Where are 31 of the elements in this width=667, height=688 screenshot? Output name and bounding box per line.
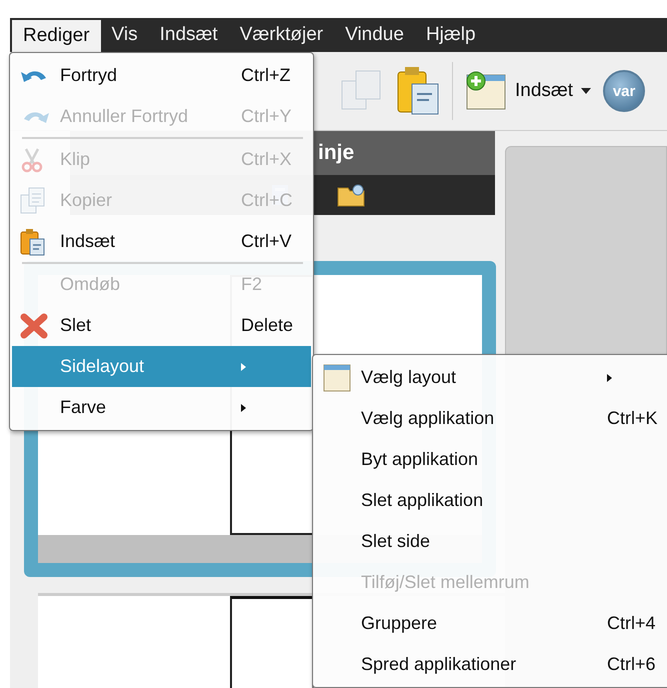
clipboard-icon[interactable] (396, 66, 440, 116)
menu-title[interactable]: Vindue (334, 18, 415, 52)
menu-item[interactable]: Vælg layout (315, 357, 667, 398)
menu-item[interactable]: Spred applikationer Ctrl+6 (315, 644, 667, 685)
menu-item[interactable]: Vælg applikation Ctrl+K (315, 398, 667, 439)
menu-title[interactable]: Rediger (12, 20, 101, 52)
add-page-icon (465, 71, 507, 111)
caret-icon (581, 88, 592, 94)
menu-item[interactable]: Byt applikation (315, 439, 667, 480)
copy-icon (20, 186, 46, 214)
scissors-icon (20, 146, 44, 172)
menu-item[interactable]: Indsæt Ctrl+V (12, 221, 311, 262)
menu-title[interactable]: Værktøjer (228, 18, 334, 52)
menu-item[interactable]: Slet applikation (315, 480, 667, 521)
submenu-arrow-icon (607, 374, 612, 382)
submenu-arrow-icon (241, 362, 246, 370)
menu-item[interactable]: Farve (12, 387, 311, 428)
menu-item[interactable]: Gruppere Ctrl+4 (315, 603, 667, 644)
menu-title[interactable]: Vis (100, 18, 149, 52)
menu-title[interactable]: Indsæt (148, 18, 229, 52)
clipboard-icon (20, 228, 46, 256)
menu-item[interactable]: Fortryd Ctrl+Z (12, 55, 311, 96)
folder-icon[interactable] (337, 182, 367, 208)
menu-item[interactable]: Slet side (315, 521, 667, 562)
submenu-arrow-icon (241, 404, 246, 412)
layout-icon (323, 364, 351, 392)
panel-title: inje (318, 141, 354, 165)
menu-item[interactable]: Slet Delete (12, 305, 311, 346)
insert-button[interactable]: Indsæt (465, 71, 592, 111)
menu-title[interactable]: Hjælp (414, 18, 487, 52)
delete-icon (20, 312, 48, 338)
